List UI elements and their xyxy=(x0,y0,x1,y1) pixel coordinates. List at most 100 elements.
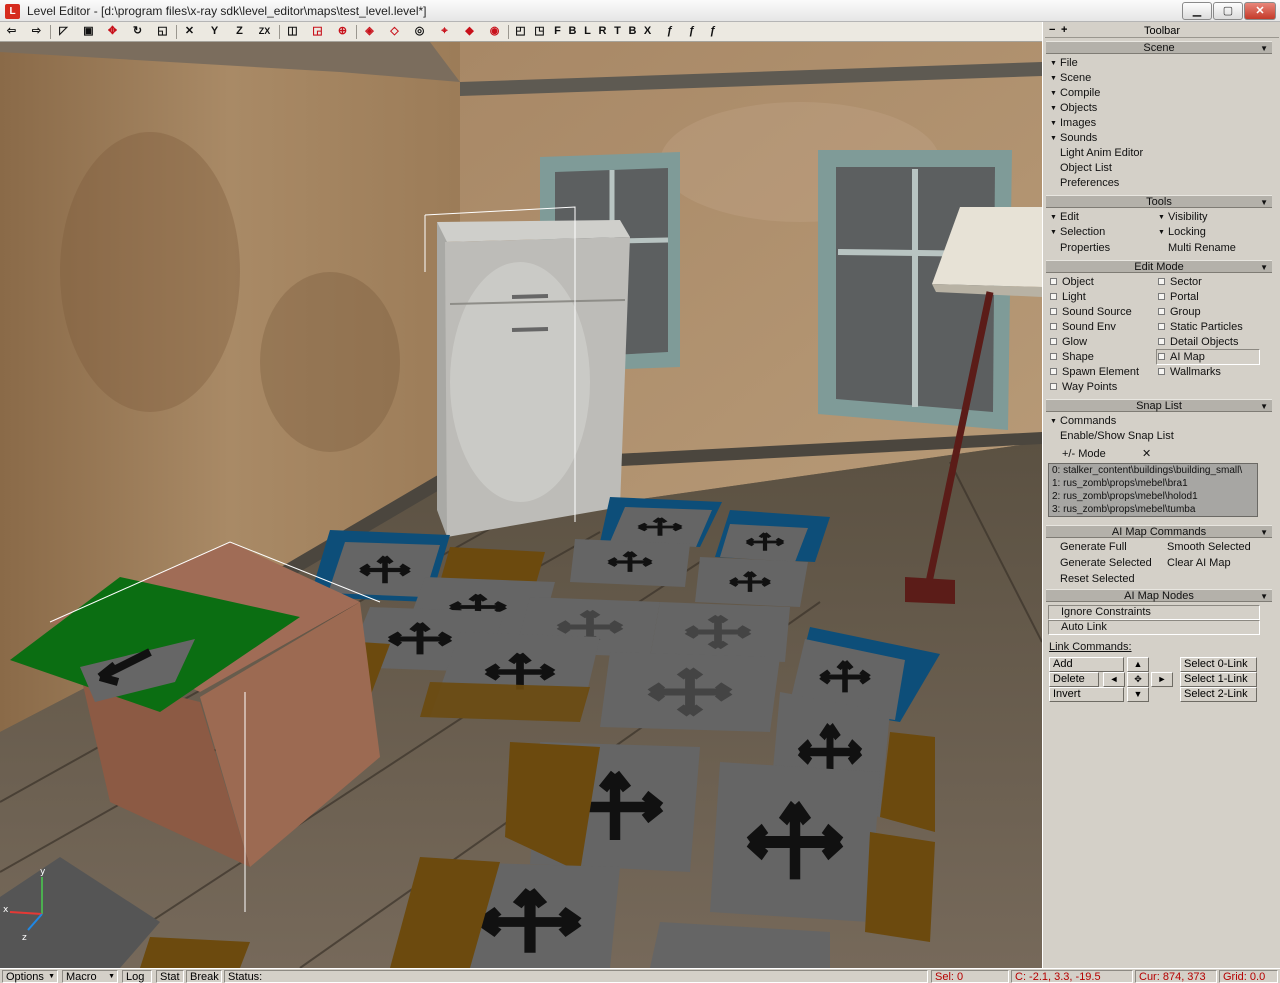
tools-edit[interactable]: ▼ Edit xyxy=(1050,211,1079,224)
light-anim-editor-item[interactable]: Light Anim Editor xyxy=(1060,147,1143,160)
maximize-button[interactable]: ▢ xyxy=(1213,2,1243,20)
snap-clear-icon[interactable]: ✕ xyxy=(1142,448,1151,461)
generate-selected-button[interactable]: Generate Selected xyxy=(1060,557,1152,570)
generate-full-button[interactable]: Generate Full xyxy=(1060,541,1127,554)
section-ai-map-nodes[interactable]: AI Map Nodes ▼ xyxy=(1046,589,1272,602)
tools-multi-rename[interactable]: Multi Rename xyxy=(1168,242,1236,255)
list-item[interactable]: 1: rus_zomb\props\mebel\bra1 xyxy=(1049,477,1257,490)
mode-wallmarks[interactable]: Wallmarks xyxy=(1158,366,1221,379)
log-button[interactable]: Log xyxy=(122,970,152,983)
minimize-button[interactable]: ▁ xyxy=(1182,2,1212,20)
preferences-item[interactable]: Preferences xyxy=(1060,177,1119,190)
snap-commands[interactable]: ▼ Commands xyxy=(1050,415,1116,428)
camera-planar-icon[interactable]: ƒ xyxy=(661,23,678,40)
snap-object-icon[interactable]: ⊕ xyxy=(334,23,351,40)
lock-y-axis-button[interactable]: Y xyxy=(206,23,223,40)
mode-static-particles[interactable]: Static Particles xyxy=(1158,321,1243,334)
object-list-item[interactable]: Object List xyxy=(1060,162,1112,175)
camera-fly-icon[interactable]: ƒ xyxy=(704,23,721,40)
move-tool-icon[interactable]: ✥ xyxy=(104,23,121,40)
scene-item-scene[interactable]: ▼ Scene xyxy=(1050,72,1091,85)
select-cursor-icon[interactable]: ◸ xyxy=(55,23,72,40)
snap-rotate-icon[interactable]: ◎ xyxy=(411,23,428,40)
app-logo-icon: L xyxy=(5,4,20,19)
snap-mode-toggle[interactable]: +/- Mode xyxy=(1062,448,1106,461)
zoom-extents-icon[interactable]: ◰ xyxy=(512,23,529,40)
break-button[interactable]: Break xyxy=(186,970,222,983)
clear-ai-map-button[interactable]: Clear AI Map xyxy=(1167,557,1231,570)
link-left-arrow-icon[interactable]: ◄ xyxy=(1103,672,1125,687)
scene-item-images[interactable]: ▼ Images xyxy=(1050,117,1096,130)
select-1-link-button[interactable]: Select 1-Link xyxy=(1180,672,1257,687)
macro-dropdown[interactable]: Macro ▼ xyxy=(62,970,118,983)
smooth-selected-button[interactable]: Smooth Selected xyxy=(1167,541,1251,554)
link-invert-button[interactable]: Invert xyxy=(1049,687,1124,702)
list-item[interactable]: 3: rus_zomb\props\mebel\tumba xyxy=(1049,503,1257,516)
snap-grid-icon[interactable]: ◲ xyxy=(309,23,326,40)
mirror-icon[interactable]: ◫ xyxy=(284,23,301,40)
undo-arrow-icon[interactable]: ⇦ xyxy=(3,23,20,40)
tools-properties[interactable]: Properties xyxy=(1060,242,1110,255)
scene-item-compile[interactable]: ▼ Compile xyxy=(1050,87,1100,100)
auto-link-toggle[interactable]: Auto Link xyxy=(1048,620,1260,635)
lock-x-axis-icon[interactable]: ✕ xyxy=(181,23,198,40)
snap-angle-icon[interactable]: ◇ xyxy=(386,23,403,40)
mode-light[interactable]: Light xyxy=(1050,291,1086,304)
link-right-arrow-icon[interactable]: ► xyxy=(1151,672,1173,687)
normal-alignment-icon[interactable]: ◆ xyxy=(461,23,478,40)
scene-item-sounds[interactable]: ▼ Sounds xyxy=(1050,132,1097,145)
zoom-selected-icon[interactable]: ◳ xyxy=(531,23,548,40)
mode-detail-objects[interactable]: Detail Objects xyxy=(1158,336,1238,349)
list-item[interactable]: 2: rus_zomb\props\mebel\holod1 xyxy=(1049,490,1257,503)
reset-selected-button[interactable]: Reset Selected xyxy=(1060,573,1135,586)
scale-tool-icon[interactable]: ◱ xyxy=(154,23,171,40)
tools-visibility[interactable]: ▼ Visibility xyxy=(1158,211,1208,224)
snap-vertex-icon[interactable]: ◈ xyxy=(361,23,378,40)
section-scene[interactable]: Scene ▼ xyxy=(1046,41,1272,54)
link-up-arrow-icon[interactable]: ▲ xyxy=(1127,657,1149,672)
section-tools[interactable]: Tools ▼ xyxy=(1046,195,1272,208)
tools-selection-label: Selection xyxy=(1060,226,1106,238)
redo-arrow-icon[interactable]: ⇨ xyxy=(28,23,45,40)
mode-spawn-element[interactable]: Spawn Element xyxy=(1050,366,1139,379)
add-object-icon[interactable]: ▣ xyxy=(80,23,97,40)
mode-portal[interactable]: Portal xyxy=(1158,291,1199,304)
list-item[interactable]: 0: stalker_content\buildings\building_sm… xyxy=(1049,464,1257,477)
tools-locking[interactable]: ▼ Locking xyxy=(1158,226,1206,239)
snap-list-icon[interactable]: ◉ xyxy=(486,23,503,40)
view-reset-button[interactable]: X xyxy=(639,23,656,40)
lock-z-axis-button[interactable]: Z xyxy=(231,23,248,40)
mode-sound-source[interactable]: Sound Source xyxy=(1050,306,1132,319)
section-snap-list[interactable]: Snap List ▼ xyxy=(1046,399,1272,412)
camera-arcball-icon[interactable]: ƒ xyxy=(683,23,700,40)
scene-item-objects[interactable]: ▼ Objects xyxy=(1050,102,1097,115)
enable-show-snap-list[interactable]: Enable/Show Snap List xyxy=(1060,430,1174,443)
mode-way-points[interactable]: Way Points xyxy=(1050,381,1117,394)
stat-button[interactable]: Stat xyxy=(156,970,184,983)
3d-viewport[interactable]: y x z xyxy=(0,42,1042,968)
rotate-tool-icon[interactable]: ↻ xyxy=(129,23,146,40)
tools-selection[interactable]: ▼ Selection xyxy=(1050,226,1105,239)
mode-ai-map[interactable]: AI Map xyxy=(1156,349,1260,365)
link-delete-button[interactable]: Delete xyxy=(1049,672,1099,687)
lock-zx-axis-button[interactable]: ZX xyxy=(256,23,273,40)
section-ai-map-commands[interactable]: AI Map Commands ▼ xyxy=(1046,525,1272,538)
snap-move-to-icon[interactable]: ⌖ xyxy=(436,23,453,40)
link-all-directions-icon[interactable]: ✥ xyxy=(1127,672,1149,687)
snap-list-box[interactable]: 0: stalker_content\buildings\building_sm… xyxy=(1048,463,1258,517)
options-dropdown[interactable]: Options ▼ xyxy=(2,970,58,983)
link-add-button[interactable]: Add xyxy=(1049,657,1124,672)
mode-object[interactable]: Object xyxy=(1050,276,1094,289)
section-edit-mode[interactable]: Edit Mode ▼ xyxy=(1046,260,1272,273)
close-button[interactable]: ✕ xyxy=(1244,2,1276,20)
mode-glow[interactable]: Glow xyxy=(1050,336,1087,349)
mode-sector[interactable]: Sector xyxy=(1158,276,1202,289)
mode-group[interactable]: Group xyxy=(1158,306,1201,319)
scene-item-file[interactable]: ▼ File xyxy=(1050,57,1078,70)
ignore-constraints-toggle[interactable]: Ignore Constraints xyxy=(1048,605,1260,620)
select-2-link-button[interactable]: Select 2-Link xyxy=(1180,687,1257,702)
mode-shape[interactable]: Shape xyxy=(1050,351,1094,364)
link-down-arrow-icon[interactable]: ▼ xyxy=(1127,687,1149,702)
mode-sound-env[interactable]: Sound Env xyxy=(1050,321,1116,334)
select-0-link-button[interactable]: Select 0-Link xyxy=(1180,657,1257,672)
